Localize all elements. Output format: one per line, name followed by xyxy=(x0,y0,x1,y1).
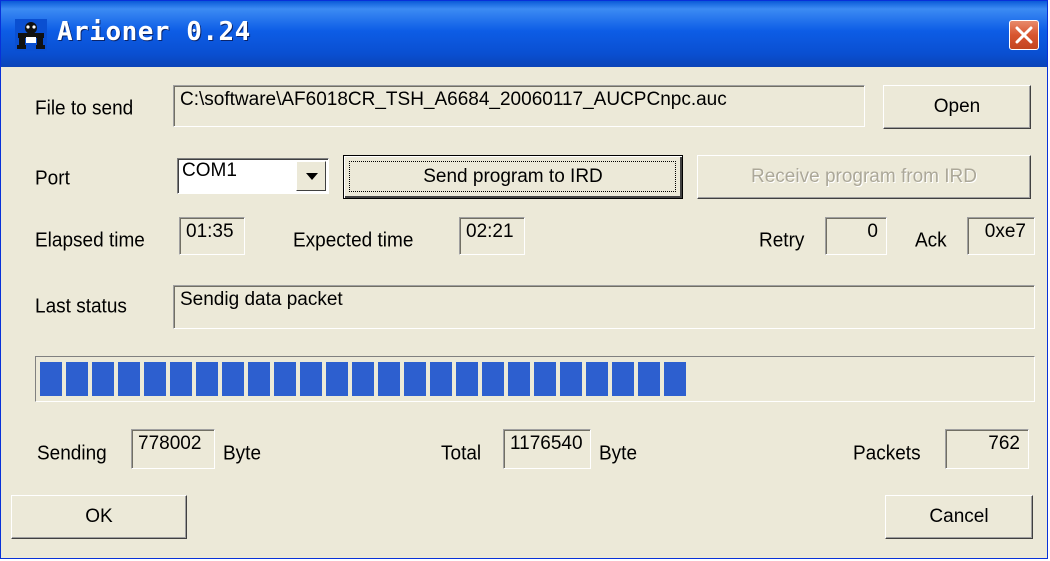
last-status-label: Last status xyxy=(35,295,127,318)
ack-label: Ack xyxy=(915,229,947,252)
expected-time-field: 02:21 xyxy=(459,217,525,255)
sending-label: Sending xyxy=(37,442,107,465)
packets-field: 762 xyxy=(945,429,1029,469)
chevron-down-icon xyxy=(306,173,318,180)
total-unit-label: Byte xyxy=(599,442,638,465)
ok-button-label: OK xyxy=(85,506,113,527)
port-select[interactable]: COM1 xyxy=(177,158,329,194)
open-button[interactable]: Open xyxy=(883,85,1031,129)
elapsed-time-field: 01:35 xyxy=(179,217,245,255)
title-bar[interactable]: Arioner 0.24 xyxy=(1,1,1047,67)
cancel-button-label: Cancel xyxy=(929,506,989,527)
open-button-label: Open xyxy=(933,96,981,117)
total-bytes-field: 1176540 xyxy=(503,429,591,469)
sending-bytes-field: 778002 xyxy=(131,429,215,469)
ok-button[interactable]: OK xyxy=(11,495,187,539)
file-to-send-label: File to send xyxy=(35,97,134,120)
packets-label: Packets xyxy=(853,442,921,465)
close-button[interactable] xyxy=(1009,20,1039,50)
arioner-window: Arioner 0.24 File to send C:\software\AF… xyxy=(0,0,1048,559)
window-title: Arioner 0.24 xyxy=(57,17,251,47)
send-program-button[interactable]: Send program to IRD xyxy=(343,155,683,199)
file-path-field: C:\software\AF6018CR_TSH_A6684_20060117_… xyxy=(173,85,865,127)
elapsed-time-label: Elapsed time xyxy=(35,229,145,252)
port-label: Port xyxy=(35,167,70,190)
total-label: Total xyxy=(441,442,482,465)
cancel-button[interactable]: Cancel xyxy=(885,495,1033,539)
expected-time-label: Expected time xyxy=(293,229,414,252)
focus-rectangle xyxy=(349,161,676,192)
arioner-app-icon xyxy=(15,19,47,51)
ack-field: 0xe7 xyxy=(967,217,1035,255)
close-icon xyxy=(1015,26,1033,44)
port-dropdown-button[interactable] xyxy=(296,161,326,191)
sending-unit-label: Byte xyxy=(223,442,262,465)
retry-label: Retry xyxy=(759,229,805,252)
receive-program-button[interactable]: Receive program from IRD xyxy=(697,155,1031,199)
retry-field: 0 xyxy=(825,217,887,255)
progress-fill xyxy=(40,362,686,396)
port-selected-value: COM1 xyxy=(182,160,237,181)
receive-program-button-label: Receive program from IRD xyxy=(751,166,977,187)
transfer-progress-bar xyxy=(35,356,1035,402)
last-status-field: Sendig data packet xyxy=(173,285,1035,329)
